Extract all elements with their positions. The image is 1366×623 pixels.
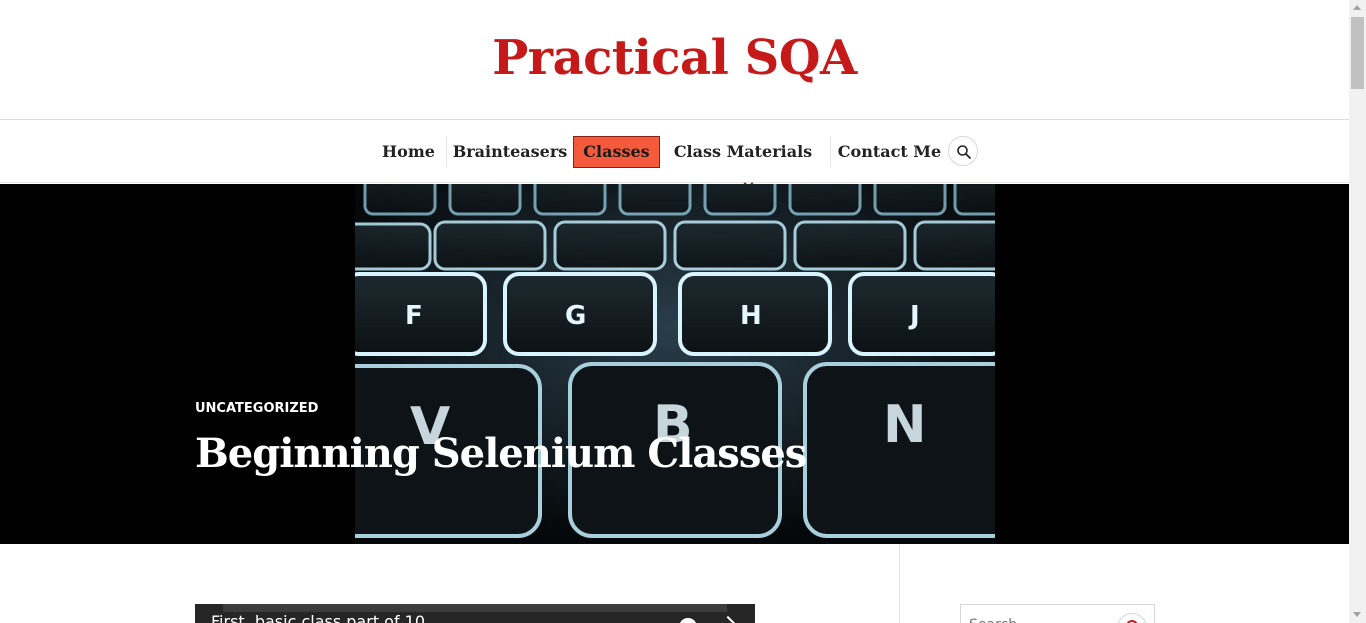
video-thumbnail-toolbar <box>223 604 727 612</box>
nav-item-class-materials-label: Class Materials <box>673 142 813 161</box>
scrollbar-thumb[interactable] <box>1351 17 1364 89</box>
embedded-video[interactable]: First. basic class part of 10 <box>195 604 755 623</box>
nav-item-classes[interactable]: Classes <box>573 136 660 168</box>
scroll-down-arrow-icon[interactable] <box>1353 612 1361 617</box>
sidebar-search-button[interactable] <box>1117 613 1147 623</box>
nav-item-home[interactable]: Home <box>376 135 441 168</box>
svg-text:G: G <box>565 301 586 331</box>
sidebar-divider <box>899 544 900 623</box>
search-icon <box>957 145 971 159</box>
svg-text:J: J <box>908 301 920 331</box>
scroll-up-arrow-icon[interactable] <box>1353 5 1361 10</box>
nav-item-class-materials[interactable]: Class Materials <box>666 135 820 189</box>
hero-featured-post: F G H J V B N Uncategorized Beginning Se… <box>0 184 1349 544</box>
svg-text:N: N <box>883 395 927 455</box>
nav-item-contact-me[interactable]: Contact Me <box>836 135 943 168</box>
site-header: Practical SQA <box>0 0 1349 120</box>
post-category-link[interactable]: Uncategorized <box>195 401 318 416</box>
share-icon[interactable] <box>720 615 736 623</box>
header-search-button[interactable] <box>948 136 978 166</box>
main-navigation: Home Brainteasers Classes Class Material… <box>0 121 1349 189</box>
vertical-scrollbar[interactable] <box>1349 0 1366 623</box>
backlit-keyboard-image: F G H J V B N <box>355 184 995 544</box>
site-title[interactable]: Practical SQA <box>0 30 1349 86</box>
svg-text:F: F <box>405 301 423 331</box>
post-title-link[interactable]: Beginning Selenium Classes <box>195 430 807 477</box>
nav-separator <box>446 136 447 167</box>
video-title[interactable]: First. basic class part of 10 <box>211 612 425 623</box>
sidebar-search-widget <box>960 604 1155 623</box>
clock-icon[interactable] <box>679 618 697 623</box>
sidebar-search-input[interactable] <box>961 605 1111 623</box>
nav-separator <box>830 136 831 167</box>
svg-text:H: H <box>740 301 762 331</box>
nav-item-brainteasers[interactable]: Brainteasers <box>452 135 568 168</box>
